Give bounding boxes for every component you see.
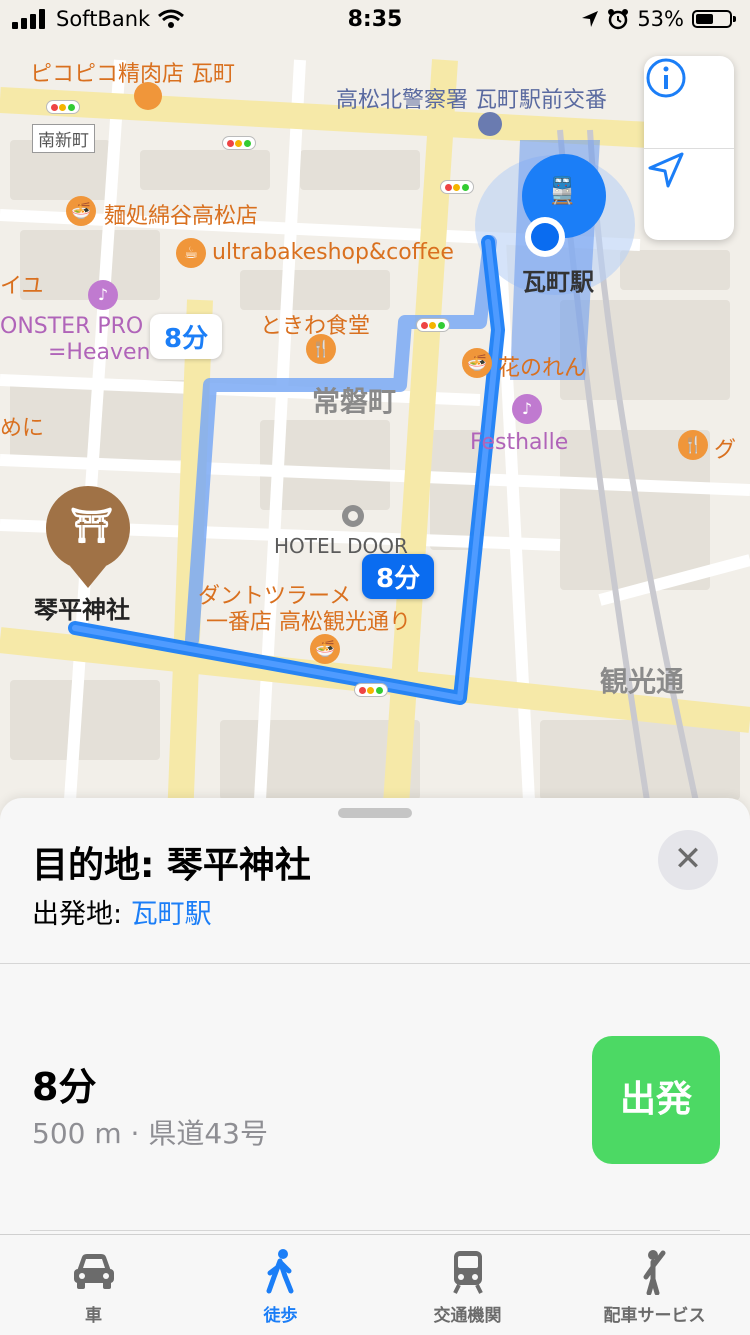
traffic-light-icon <box>354 683 388 697</box>
tab-label: 車 <box>85 1306 102 1326</box>
transport-tab-bar: 車 徒歩 交通機関 配車サービス <box>0 1234 750 1335</box>
divider <box>0 963 750 964</box>
train-icon <box>452 1251 483 1294</box>
sheet-grabber[interactable] <box>338 808 412 818</box>
close-button[interactable]: ✕ <box>658 830 718 890</box>
car-icon <box>73 1254 114 1289</box>
origin-link[interactable]: 瓦町駅 <box>131 899 212 930</box>
torii-icon: ⛩ <box>70 506 114 546</box>
cafe-icon: ☕ <box>176 238 206 268</box>
map-view[interactable]: ピコピコ精肉店 瓦町 高松北警察署 瓦町駅前交番 南新町 🍜 麺処綿谷高松店 ☕… <box>0 0 750 820</box>
poi-label[interactable]: ピコピコ精肉店 瓦町 <box>30 56 235 88</box>
origin-label: 出発地: <box>32 899 131 930</box>
poi-label[interactable]: 一番店 高松観光通り <box>206 604 411 636</box>
poi-label[interactable]: 麺処綿谷高松店 <box>104 198 258 230</box>
walk-icon <box>266 1249 293 1294</box>
info-icon <box>646 58 686 98</box>
poi-label: グ <box>714 438 737 463</box>
destination-title: 目的地: 琴平神社 <box>32 845 311 886</box>
go-button[interactable]: 出発 <box>592 1036 720 1164</box>
tab-label: 交通機関 <box>433 1306 502 1326</box>
route-time-bubble[interactable]: 8分 <box>150 314 223 359</box>
poi-label[interactable]: 高松北警察署 瓦町駅前交番 <box>336 82 607 114</box>
train-icon: 🚆 <box>546 176 579 206</box>
battery-percent: 53% <box>637 7 684 31</box>
traffic-light-icon <box>222 136 256 150</box>
info-button[interactable] <box>644 56 734 148</box>
music-icon: ♪ <box>512 394 542 424</box>
tab-walk[interactable]: 徒歩 <box>187 1235 374 1335</box>
poi-label[interactable]: ONSTER PRO <box>0 314 143 339</box>
route-distance: 500 m · 県道43号 <box>32 1117 268 1150</box>
traffic-light-icon <box>46 100 80 114</box>
fork-knife-icon: 🍴 <box>678 430 708 460</box>
tab-car[interactable]: 車 <box>0 1235 187 1335</box>
poi-label[interactable]: 花のれん <box>498 350 586 382</box>
tab-transit[interactable]: 交通機関 <box>374 1235 561 1335</box>
map-controls <box>644 56 734 240</box>
road-sign-label: 南新町 <box>32 124 95 153</box>
location-services-icon <box>582 11 599 27</box>
poi-label: イユ <box>0 274 44 299</box>
shrine-label[interactable]: 琴平神社 <box>34 590 130 625</box>
poi-label[interactable]: =Heaven <box>48 340 151 365</box>
alarm-icon <box>608 9 629 30</box>
locate-button[interactable] <box>644 148 734 240</box>
tab-rideshare[interactable]: 配車サービス <box>561 1235 748 1335</box>
origin-line: 出発地: 瓦町駅 <box>32 892 212 931</box>
fork-knife-icon: 🍴 <box>306 334 336 364</box>
music-icon: ♪ <box>88 280 118 310</box>
divider <box>30 1230 720 1231</box>
district-label: 常磐町 <box>312 385 397 418</box>
traffic-light-icon <box>440 180 474 194</box>
route-duration: 8分 <box>32 1065 97 1109</box>
rideshare-icon <box>643 1250 665 1295</box>
tab-label: 徒歩 <box>263 1306 298 1326</box>
tab-label: 配車サービス <box>603 1306 706 1326</box>
restaurant-icon: 🍜 <box>462 348 492 378</box>
poi-label[interactable]: ultrabakeshop&coffee <box>212 240 454 265</box>
poi-label[interactable]: Festhalle <box>470 430 568 455</box>
battery-icon <box>692 10 736 28</box>
station-label[interactable]: 瓦町駅 <box>522 262 594 297</box>
route-time-bubble[interactable]: 8分 <box>362 554 435 599</box>
poi-label: めに <box>0 416 45 441</box>
traffic-light-icon <box>416 318 450 332</box>
location-arrow-icon <box>648 152 684 188</box>
restaurant-icon: 🍜 <box>66 196 96 226</box>
restaurant-icon: 🍜 <box>310 634 340 664</box>
road-label: 観光通 <box>600 665 685 698</box>
status-bar: SoftBank 8:35 53% <box>0 0 750 40</box>
